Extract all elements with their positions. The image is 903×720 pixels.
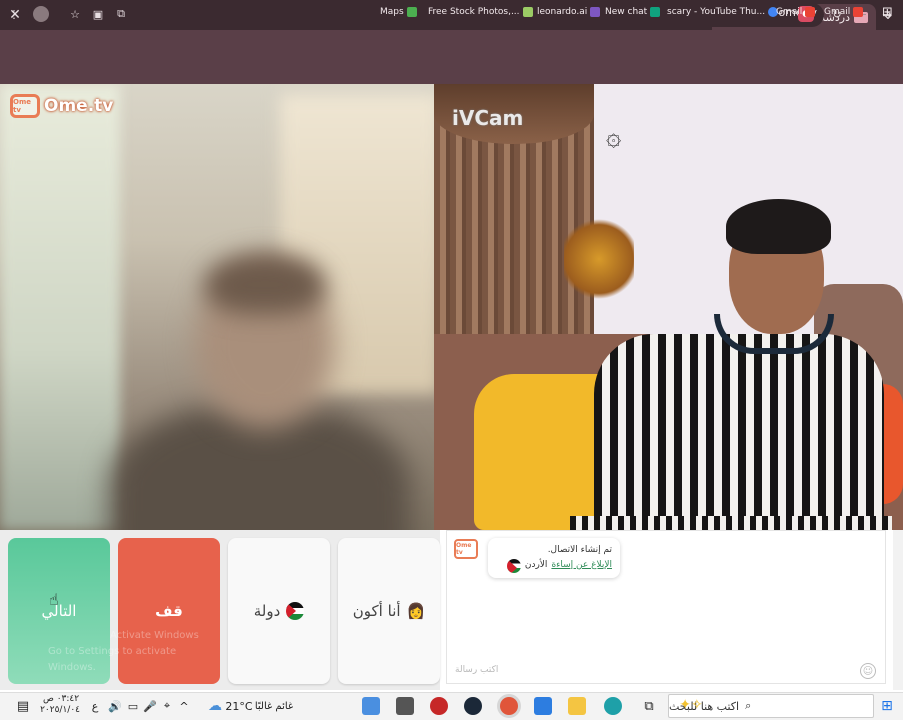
jordan-flag-icon bbox=[506, 558, 521, 573]
ometv-chat-avatar: Ome tv bbox=[454, 539, 478, 559]
woman-emoji-icon: 👩 bbox=[406, 602, 426, 620]
bookmark-label: Gmail bbox=[776, 7, 803, 17]
file-explorer-icon[interactable] bbox=[568, 697, 586, 715]
background-blur bbox=[0, 84, 120, 530]
logo-text: Ome.tv bbox=[44, 96, 114, 116]
microphone-icon[interactable]: 🎤 bbox=[143, 697, 157, 715]
bookmarks-bar bbox=[0, 60, 903, 84]
person-hair-blur bbox=[205, 254, 325, 314]
calligraphy-frame-icon: ۞ bbox=[606, 122, 622, 152]
bookmark-star-icon[interactable]: ☆ bbox=[67, 6, 83, 22]
mouse-pointer-icon: ☝ bbox=[49, 590, 59, 609]
activate-windows-line2: Go to Settings to activate Windows. bbox=[48, 646, 177, 673]
country-filter-button[interactable]: دولة bbox=[228, 538, 330, 684]
page-scrollbar[interactable] bbox=[893, 530, 903, 690]
input-language[interactable]: ع bbox=[88, 697, 102, 715]
bookmark-label: leonardo.ai bbox=[537, 7, 588, 17]
gmail-icon bbox=[805, 7, 816, 17]
network-icon[interactable]: ▭ bbox=[126, 697, 140, 715]
bookmark-label: scary - YouTube Thu... bbox=[667, 7, 766, 17]
connection-message: تم إنشاء الاتصال. bbox=[547, 545, 612, 555]
edge-icon[interactable] bbox=[604, 697, 622, 715]
jordan-flag-icon bbox=[286, 602, 305, 620]
volume-icon[interactable]: 🔊 bbox=[108, 697, 122, 715]
bookmark-label: Gmail bbox=[824, 7, 851, 17]
bookmark-new-chat[interactable]: New chat bbox=[605, 4, 661, 20]
system-message-bubble: تم إنشاء الاتصال. الإبلاغ عن إساءة الأرد… bbox=[488, 538, 620, 578]
show-hidden-icons-chevron-icon[interactable]: ^ bbox=[178, 697, 190, 715]
next-label: التالي bbox=[41, 602, 77, 620]
country-name: الأردن bbox=[524, 560, 548, 570]
bookmark-maps[interactable]: Maps bbox=[380, 4, 417, 20]
gender-select-button[interactable]: 👩 أنا أكون bbox=[338, 538, 440, 684]
share-icon[interactable]: ⧉ bbox=[113, 6, 129, 22]
shirt-stripes-overflow bbox=[570, 516, 892, 530]
message-footer: الإبلاغ عن إساءة الأردن bbox=[496, 558, 612, 573]
windows-start-icon[interactable]: ⊞ bbox=[880, 697, 894, 715]
microsoft-store-icon[interactable] bbox=[534, 697, 552, 715]
profile-avatar[interactable] bbox=[33, 6, 49, 22]
ivcam-watermark: iVCam bbox=[452, 106, 524, 130]
activate-windows-line1: Activate Windows bbox=[110, 630, 199, 641]
copilot-sparkle-icon[interactable]: ✦✧ bbox=[676, 696, 706, 714]
all-bookmarks-grid-icon[interactable]: ⊞ bbox=[882, 4, 893, 20]
report-abuse-link[interactable]: الإبلاغ عن إساءة bbox=[551, 558, 612, 573]
striped-shirt bbox=[594, 334, 884, 530]
activate-windows-watermark: Activate Windows Go to Settings to activ… bbox=[48, 628, 218, 676]
bookmark-label: Maps bbox=[380, 7, 404, 17]
system-clock[interactable]: ٠٣:٤٢ ص ٢٠٢٥/١/٠٤ bbox=[40, 694, 80, 716]
ometv-logo: Ome tv Ome.tv bbox=[10, 93, 113, 119]
steam-icon[interactable] bbox=[464, 697, 482, 715]
taskbar-app-icon[interactable] bbox=[362, 697, 380, 715]
weather-cloud-icon[interactable]: ☁ bbox=[204, 697, 226, 715]
search-icon: ⌕ bbox=[745, 699, 752, 712]
translate-icon[interactable]: ▣ bbox=[90, 6, 106, 22]
stop-label: قف bbox=[155, 602, 183, 620]
stock-photos-icon bbox=[522, 7, 533, 17]
menu-dots-icon[interactable]: ⋮ bbox=[6, 6, 22, 22]
chrome-icon[interactable] bbox=[500, 697, 518, 715]
notifications-icon[interactable]: ▤ bbox=[14, 697, 32, 715]
iam-label: أنا أكون bbox=[352, 602, 401, 620]
weather-temperature[interactable]: 21°C bbox=[225, 697, 252, 715]
bookmark-free-stock[interactable]: Free Stock Photos,... bbox=[428, 4, 533, 20]
weather-description[interactable]: غائم غالبًا bbox=[252, 697, 296, 715]
chat-input-placeholder: اكتب رسالة bbox=[455, 665, 499, 675]
bookmark-label: New chat bbox=[605, 7, 648, 17]
taskbar-app-icon[interactable] bbox=[430, 697, 448, 715]
person-hair bbox=[726, 199, 831, 254]
own-camera-video: ۞ bbox=[434, 84, 903, 530]
smiley-icon[interactable]: ☺ bbox=[860, 663, 876, 679]
taskbar-app-icon[interactable] bbox=[396, 697, 414, 715]
tv-logo-icon: Ome tv bbox=[10, 94, 40, 118]
clock-time: ٠٣:٤٢ ص bbox=[42, 694, 80, 704]
bookmark-leonardo[interactable]: leonardo.ai bbox=[537, 4, 601, 20]
location-icon[interactable]: ⌖ bbox=[160, 697, 174, 715]
leonardo-icon bbox=[590, 7, 601, 17]
task-view-icon[interactable]: ⧉ bbox=[640, 697, 658, 715]
chat-message-input[interactable] bbox=[446, 660, 886, 682]
bookmark-youtube[interactable]: scary - YouTube Thu... bbox=[667, 4, 779, 20]
clock-date: ٢٠٢٥/١/٠٤ bbox=[40, 705, 80, 715]
bookmark-label: Free Stock Photos,... bbox=[428, 7, 520, 17]
bookmark-gmail-1[interactable]: Gmail bbox=[776, 4, 816, 20]
maps-icon bbox=[406, 7, 417, 17]
country-label: دولة bbox=[253, 602, 281, 620]
gmail-icon bbox=[853, 7, 864, 17]
chatgpt-icon bbox=[650, 7, 661, 17]
browser-toolbar bbox=[0, 30, 903, 60]
partner-video bbox=[0, 84, 434, 530]
bookmark-gmail-2[interactable]: Gmail bbox=[824, 4, 864, 20]
plant-decoration bbox=[564, 214, 634, 304]
